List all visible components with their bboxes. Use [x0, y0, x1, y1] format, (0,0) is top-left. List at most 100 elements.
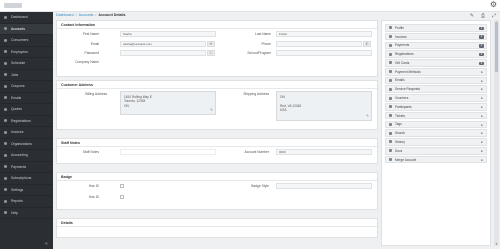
edit-icon[interactable]: ✎: [470, 13, 474, 19]
panel-item-merge-account[interactable]: Merge Account ▸: [385, 155, 487, 164]
has-id-checkbox[interactable]: [120, 184, 124, 188]
email-field[interactable]: sasha@example.com: [120, 41, 206, 47]
sidebar-item-registrations[interactable]: Registrations: [0, 116, 53, 127]
sidebar-item-help[interactable]: Help: [0, 208, 53, 219]
key-icon[interactable]: ⚿: [207, 50, 215, 56]
chevron-right-icon: ▸: [481, 105, 483, 110]
shipping-address-box[interactable]: ON Red, VA 12345 USA ✎: [276, 91, 372, 121]
badge-card-title: Badge: [57, 173, 377, 181]
last-name-field[interactable]: Fisher: [276, 31, 372, 37]
chevron-right-icon: ▸: [481, 87, 483, 92]
photo-id-checkbox[interactable]: [120, 195, 124, 199]
calendar-icon: [4, 61, 7, 65]
panel-item-icon: [389, 70, 392, 74]
company-field[interactable]: [120, 59, 216, 65]
gear-icon: [4, 188, 7, 192]
first-name-label: First Name: [82, 32, 99, 36]
page-scrollbar[interactable]: ▲ ▼: [494, 20, 499, 246]
panel-item-label: Payments: [395, 43, 410, 48]
person-icon: [4, 38, 7, 42]
panel-item-emails[interactable]: Emails ▸: [385, 76, 487, 85]
panel-item-gift-cards[interactable]: Gift Cards 0: [385, 59, 487, 67]
edit-shipping-icon[interactable]: ✎: [366, 114, 369, 118]
panel-item-vouchers[interactable]: Vouchers ▸: [385, 94, 487, 102]
last-name-label: Last Name: [255, 32, 271, 36]
sidebar-item-label: Help: [11, 210, 18, 215]
collapse-sidebar-button[interactable]: «: [45, 241, 48, 247]
sidebar-item-subscriptions[interactable]: Subscriptions: [0, 173, 53, 185]
sidebar-item-payments[interactable]: Payments: [0, 162, 53, 173]
dashboard-icon: [4, 15, 7, 19]
panel-item-icon: [389, 43, 392, 47]
password-field[interactable]: [120, 50, 206, 56]
account-number-field[interactable]: 0000: [276, 149, 372, 155]
scrollbar-thumb[interactable]: [495, 22, 498, 72]
contact-card: Contact Information First Name Sasha Las…: [56, 20, 378, 77]
breadcrumb: Dashboard / Accounts / Account Details: [56, 13, 126, 17]
sidebar-item-accounting[interactable]: Accounting: [0, 150, 53, 162]
sidebar-item-dashboard[interactable]: Dashboard: [0, 12, 53, 24]
panel-item-invoices[interactable]: Invoices 0: [385, 32, 487, 41]
org-icon: [4, 142, 7, 146]
sidebar-item-employees[interactable]: Employees: [0, 47, 53, 58]
edit-billing-icon[interactable]: ✎: [210, 108, 213, 112]
sidebar-item-invoices[interactable]: Invoices: [0, 127, 53, 139]
panel-item-label: Registrations: [395, 52, 414, 57]
badge-style-field[interactable]: [276, 183, 372, 189]
panel-item-tags[interactable]: Tags ▸: [385, 120, 487, 129]
panel-item-participants[interactable]: Participants ▸: [385, 103, 487, 111]
phone-field[interactable]: [276, 41, 362, 47]
sidebar-item-label: Payments: [11, 164, 27, 169]
panel-item-payment-methods[interactable]: Payment Methods ▸: [385, 67, 487, 76]
scroll-down-arrow[interactable]: ▼: [494, 242, 499, 246]
sidebar-item-reports[interactable]: Reports: [0, 196, 53, 208]
panel-item-service-requests[interactable]: Service Requests ▸: [385, 85, 487, 94]
staff-notes-label: Staff Notes: [82, 150, 99, 154]
account-number-label: Account Number: [244, 150, 269, 154]
contact-card-title: Contact Information: [57, 21, 377, 29]
panel-item-icon: [389, 122, 392, 126]
shipping-address-label: Shipping Address: [243, 92, 269, 96]
expand-icon[interactable]: ⤢: [492, 13, 496, 19]
school-field[interactable]: [276, 50, 372, 56]
first-name-field[interactable]: Sasha: [120, 31, 216, 37]
sidebar-item-settings[interactable]: Settings: [0, 185, 53, 196]
sidebar-item-schedule[interactable]: Schedule: [0, 58, 53, 70]
staff-notes-field[interactable]: [120, 149, 216, 155]
sidebar-item-consumers[interactable]: Consumers: [0, 35, 53, 47]
phone-icon[interactable]: ✆: [363, 41, 371, 47]
panel-item-icon: [389, 158, 392, 162]
main-content: Contact Information First Name Sasha Las…: [56, 20, 378, 249]
quote-icon: [4, 107, 7, 111]
sidebar-item-coupons[interactable]: Coupons: [0, 81, 53, 93]
sidebar-item-quotes[interactable]: Quotes: [0, 104, 53, 116]
panel-item-registrations[interactable]: Registrations 0: [385, 50, 487, 58]
panel-item-payments[interactable]: Payments 0: [385, 41, 487, 50]
photo-id-label: Has ID: [88, 195, 99, 199]
panel-item-history[interactable]: History ▸: [385, 138, 487, 146]
mail-icon[interactable]: ✉: [207, 41, 215, 47]
panel-item-docs[interactable]: Docs ▸: [385, 146, 487, 155]
panel-item-label: Participants: [395, 104, 412, 109]
panel-item-label: Docs: [395, 148, 403, 153]
building-icon: [4, 27, 7, 31]
sidebar-item-emails[interactable]: Emails: [0, 93, 53, 104]
app-logo[interactable]: [4, 3, 22, 8]
panel-item-tickets[interactable]: Tickets ▸: [385, 111, 487, 120]
sidebar-item-organizations[interactable]: Organizations: [0, 139, 53, 150]
panel-item-search[interactable]: Search ▸: [385, 129, 487, 137]
breadcrumb-dashboard[interactable]: Dashboard: [56, 13, 74, 17]
breadcrumb-separator: /: [95, 13, 97, 17]
sidebar-item-jobs[interactable]: Jobs: [0, 70, 53, 81]
address-card: Customer Address Billing Address 1810 Ro…: [56, 80, 378, 130]
breadcrumb-accounts[interactable]: Accounts: [79, 13, 94, 17]
gear-icon[interactable]: ⚙: [490, 1, 497, 9]
panel-item-label: Tags: [395, 122, 402, 127]
panel-item-icon: [389, 140, 392, 144]
billing-address-box[interactable]: 1810 Rolling Way E Toronto, 12345 ON ✎: [120, 91, 216, 115]
panel-item-profile[interactable]: Profile 1: [385, 24, 487, 32]
chart-icon: [4, 199, 7, 203]
sidebar: Dashboard Accounts Consumers Employees Sched…: [0, 12, 53, 249]
sidebar-item-accounts[interactable]: Accounts: [0, 23, 53, 35]
print-icon[interactable]: ⎙: [481, 13, 485, 19]
